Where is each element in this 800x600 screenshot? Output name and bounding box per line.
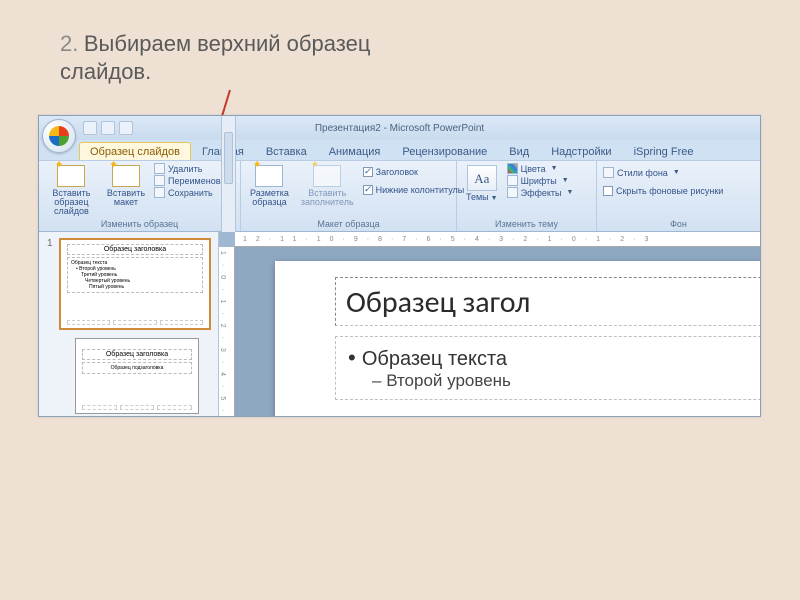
layout-thumb-title: Образец заголовка — [82, 349, 192, 360]
group-edit-master-title: Изменить образец — [45, 218, 234, 231]
title-placeholder-text: Образец загол — [346, 284, 530, 321]
slide-editor: 12·11·10·9·8·7·6·5·4·3·2·1·0·1·2·3 1·0·1… — [219, 232, 760, 416]
editor-canvas[interactable]: Образец загол Образец текста Второй уров… — [235, 247, 760, 416]
theme-effects-button[interactable]: Эффекты▼ — [507, 187, 574, 198]
instruction-number: 2. — [60, 31, 78, 56]
powerpoint-window: Презентация2 - Microsoft PowerPoint Обра… — [38, 115, 761, 417]
insert-layout-label: Вставить макет — [107, 189, 145, 207]
checkbox-on-icon — [363, 167, 373, 177]
preserve-icon — [154, 187, 165, 198]
tab-addins[interactable]: Надстройки — [540, 142, 622, 160]
group-master-layout: Разметка образца Вставить заполнитель За… — [241, 161, 457, 231]
title-bar: Презентация2 - Microsoft PowerPoint — [39, 116, 760, 140]
office-button[interactable] — [42, 119, 76, 153]
insert-placeholder-icon — [313, 165, 341, 187]
group-background: Стили фона▼ Скрыть фоновые рисунки Фон — [597, 161, 760, 231]
instruction-text: 2. Выбираем верхний образец слайдов. — [60, 30, 440, 85]
insert-layout-icon — [112, 165, 140, 187]
master-thumbnail[interactable]: Образец заголовка Образец текста • Второ… — [59, 238, 211, 330]
colors-icon — [507, 163, 518, 174]
title-checkbox[interactable]: Заголовок — [363, 167, 465, 177]
chevron-down-icon: ▼ — [567, 189, 574, 196]
footers-checkbox[interactable]: Нижние колонтитулы — [363, 185, 465, 195]
tab-ispring[interactable]: iSpring Free — [623, 142, 705, 160]
vertical-ruler[interactable]: 1·0·1·2·3·4·5·6·7·8·9 — [219, 247, 235, 416]
themes-label: Темы — [466, 192, 489, 202]
themes-icon: Aa — [467, 165, 497, 191]
theme-fonts-button[interactable]: Шрифты▼ — [507, 175, 574, 186]
tab-review[interactable]: Рецензирование — [391, 142, 498, 160]
master-thumb-body: Образец текста • Второй уровень Третий у… — [67, 257, 203, 293]
chevron-down-icon: ▼ — [491, 195, 498, 202]
insert-slide-master-label: Вставить образец слайдов — [48, 189, 95, 216]
theme-colors-button[interactable]: Цвета▼ — [507, 163, 574, 174]
tab-slide-master[interactable]: Образец слайдов — [79, 142, 191, 160]
master-layout-button[interactable]: Разметка образца — [247, 163, 292, 209]
qat-undo-icon[interactable] — [101, 121, 115, 135]
quick-access-toolbar — [83, 121, 133, 135]
insert-placeholder-label: Вставить заполнитель — [301, 189, 354, 207]
insert-slide-master-icon — [57, 165, 85, 187]
horizontal-ruler[interactable]: 12·11·10·9·8·7·6·5·4·3·2·1·0·1·2·3 — [235, 232, 760, 247]
group-background-title: Фон — [603, 218, 754, 231]
body-level-1: Образец текста — [348, 345, 760, 371]
group-edit-master: Вставить образец слайдов Вставить макет … — [39, 161, 241, 231]
content-placeholder[interactable]: Образец текста Второй уровень — [335, 336, 760, 400]
themes-button[interactable]: Aa Темы▼ — [463, 163, 501, 204]
window-title: Презентация2 - Microsoft PowerPoint — [315, 123, 484, 134]
fonts-icon — [507, 175, 518, 186]
effects-icon — [507, 187, 518, 198]
checkbox-on-icon — [363, 185, 373, 195]
background-styles-button[interactable]: Стили фона▼ — [603, 167, 723, 178]
insert-placeholder-button[interactable]: Вставить заполнитель — [298, 163, 357, 209]
hide-bg-graphics-checkbox[interactable]: Скрыть фоновые рисунки — [603, 186, 723, 196]
qat-save-icon[interactable] — [83, 121, 97, 135]
master-layout-label: Разметка образца — [250, 189, 289, 207]
body-level-2: Второй уровень — [372, 371, 760, 391]
layout-thumb-sub: Образец подзаголовка — [82, 362, 192, 374]
insert-layout-button[interactable]: Вставить макет — [104, 163, 148, 209]
delete-icon — [154, 163, 165, 174]
instruction-body: Выбираем верхний образец слайдов. — [60, 31, 370, 84]
group-edit-theme: Aa Темы▼ Цвета▼ Шрифты▼ Эффекты▼ Изменит… — [457, 161, 597, 231]
thumbnail-number: 1 — [47, 238, 55, 330]
chevron-down-icon: ▼ — [562, 177, 569, 184]
group-master-layout-title: Макет образца — [247, 218, 450, 231]
tab-insert[interactable]: Вставка — [255, 142, 318, 160]
tab-view[interactable]: Вид — [498, 142, 540, 160]
ribbon: Вставить образец слайдов Вставить макет … — [39, 160, 760, 232]
thumbnail-pane[interactable]: 1 Образец заголовка Образец текста • Вто… — [39, 232, 219, 416]
layout-thumbnail[interactable]: Образец заголовка Образец подзаголовка — [75, 338, 199, 414]
master-thumb-title: Образец заголовка — [67, 244, 203, 255]
ribbon-tabs: Образец слайдов Главная Вставка Анимация… — [39, 140, 760, 160]
slide-master-canvas[interactable]: Образец загол Образец текста Второй уров… — [275, 261, 760, 416]
chevron-down-icon: ▼ — [673, 169, 680, 176]
qat-redo-icon[interactable] — [119, 121, 133, 135]
workspace: 1 Образец заголовка Образец текста • Вто… — [39, 232, 760, 416]
tab-animation[interactable]: Анимация — [318, 142, 392, 160]
background-styles-icon — [603, 167, 614, 178]
title-placeholder[interactable]: Образец загол — [335, 277, 760, 326]
chevron-down-icon: ▼ — [551, 165, 558, 172]
insert-slide-master-button[interactable]: Вставить образец слайдов — [45, 163, 98, 218]
rename-icon — [154, 175, 165, 186]
group-edit-theme-title: Изменить тему — [463, 218, 590, 231]
checkbox-off-icon — [603, 186, 613, 196]
master-layout-icon — [255, 165, 283, 187]
